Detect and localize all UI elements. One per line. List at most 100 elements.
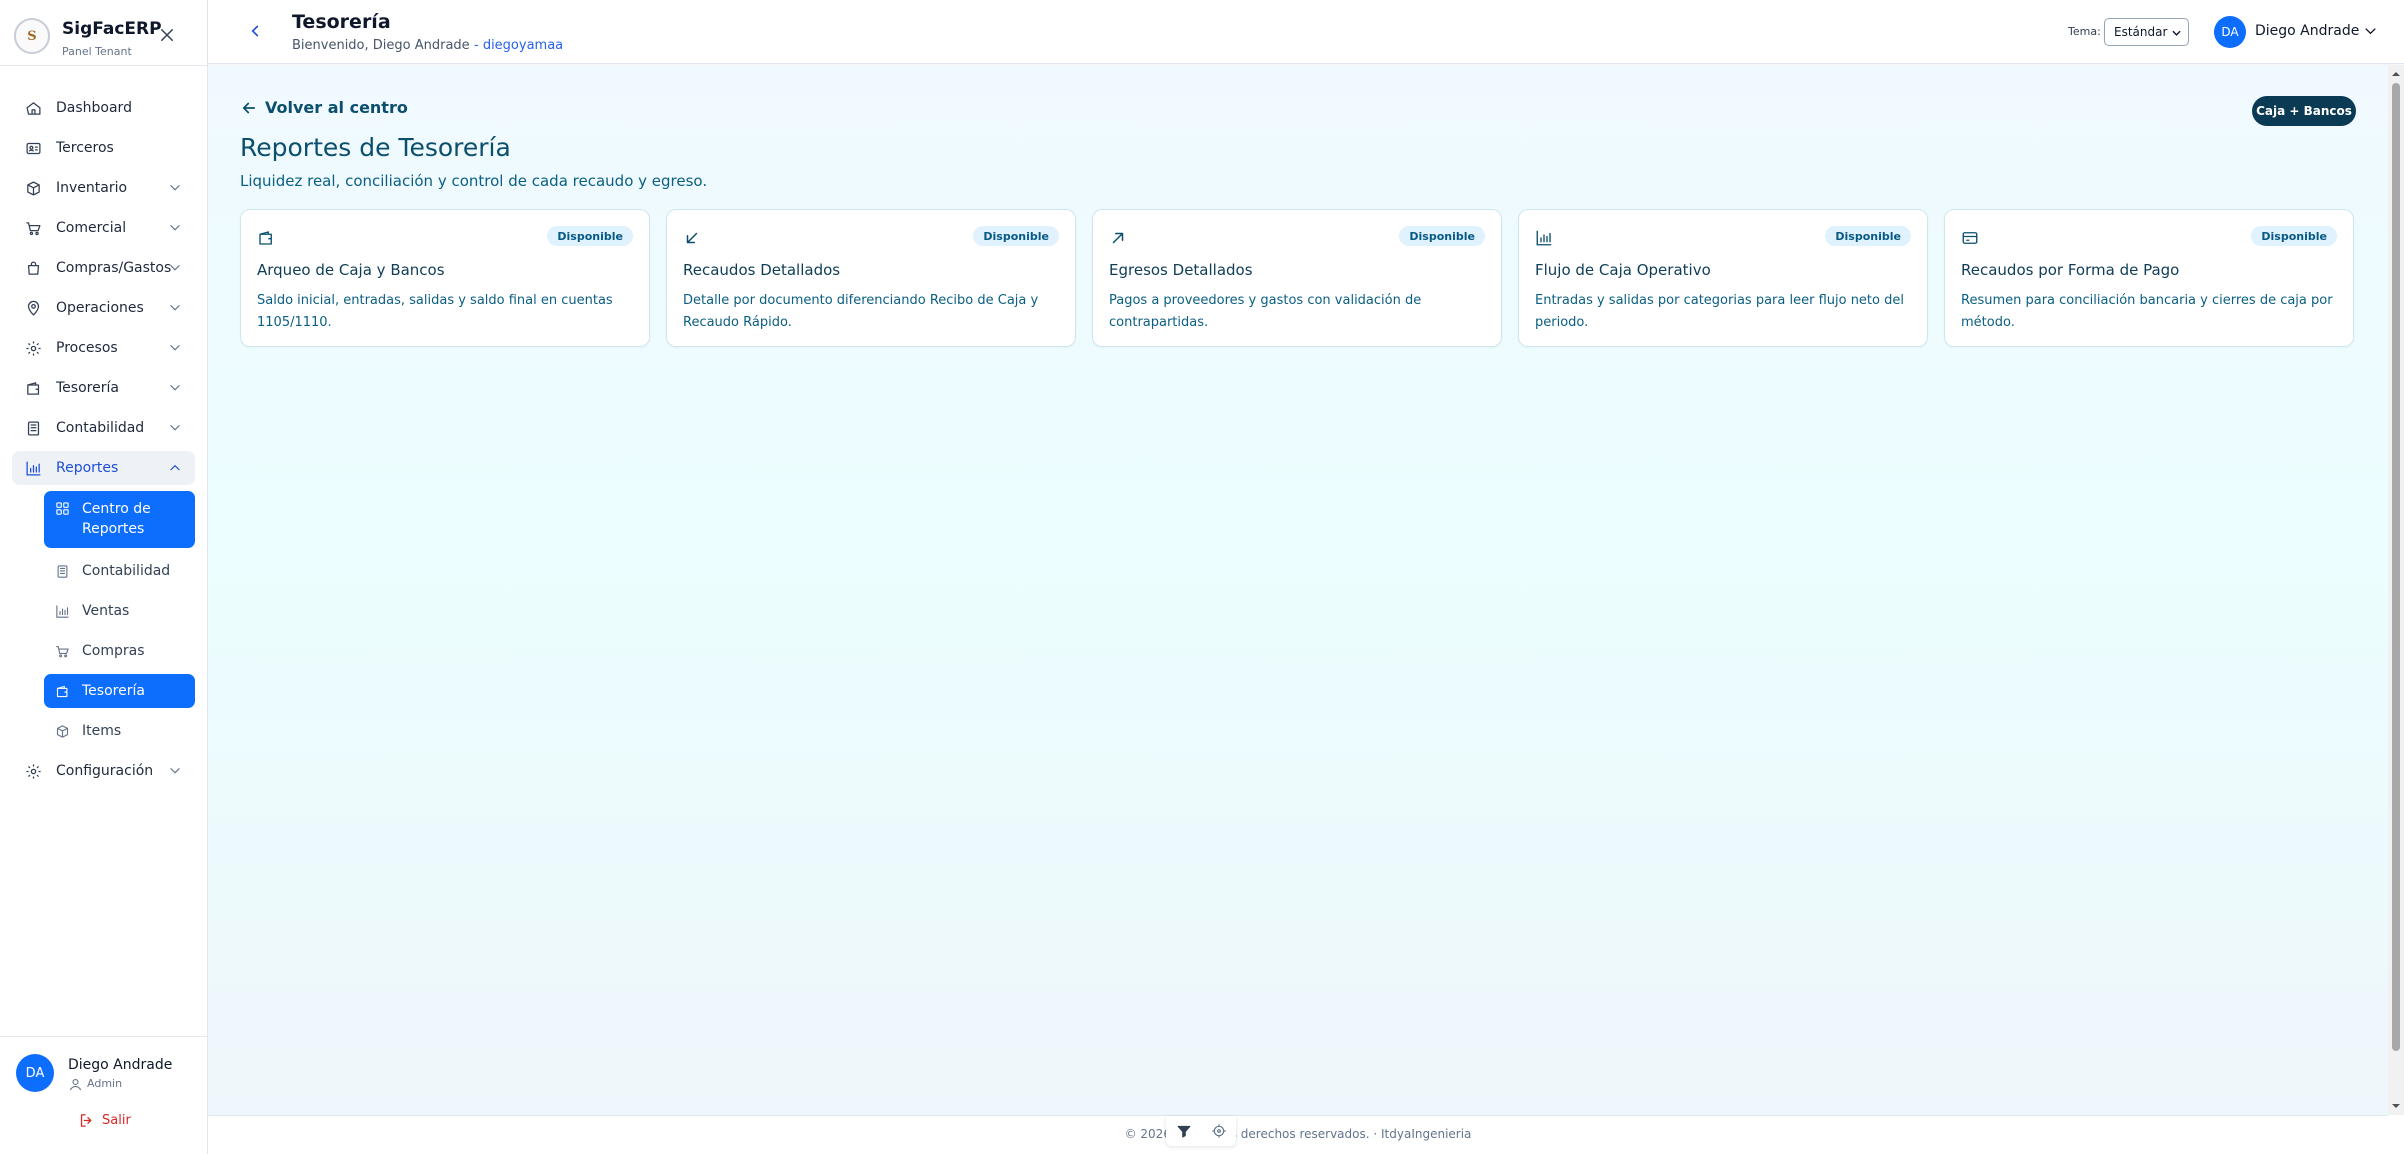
sidebar: S SigFacERP Panel Tenant Dashboard Terce… <box>0 0 208 1154</box>
main-content: Volver al centro Caja + Bancos Reportes … <box>208 65 2388 1115</box>
sidebar-item-procesos[interactable]: Procesos <box>12 331 195 365</box>
report-card-flujo-caja[interactable]: Disponible Flujo de Caja Operativo Entra… <box>1518 209 1928 347</box>
brand-name: SigFacERP <box>62 19 162 39</box>
vertical-scrollbar[interactable] <box>2388 65 2404 1115</box>
sidebar-subitem-centro-reportes[interactable]: Centro de Reportes <box>44 491 195 548</box>
bar-chart-icon <box>56 604 69 618</box>
card-description: Entradas y salidas por categorias para l… <box>1535 293 1904 330</box>
sidebar-item-label: Operaciones <box>56 300 144 316</box>
sidebar-item-inventario[interactable]: Inventario <box>12 171 195 205</box>
sidebar-item-reportes[interactable]: Reportes <box>12 451 195 485</box>
card-description: Detalle por documento diferenciando Reci… <box>683 293 1039 330</box>
sidebar-item-label: Reportes <box>56 460 119 476</box>
sidebar-item-label: Configuración <box>56 763 154 779</box>
chevron-down-icon <box>170 345 180 351</box>
status-badge: Disponible <box>1399 226 1485 246</box>
cart-icon <box>56 645 69 657</box>
location-pin-icon <box>27 300 40 316</box>
floating-toolbar <box>1166 1116 1236 1146</box>
sidebar-subitem-label: Items <box>82 723 122 739</box>
report-card-recaudos[interactable]: Disponible Recaudos Detallados Detalle p… <box>666 209 1076 347</box>
sidebar-item-operaciones[interactable]: Operaciones <box>12 291 195 325</box>
gear-icon <box>26 340 41 356</box>
sidebar-subitem-ventas[interactable]: Ventas <box>44 594 195 628</box>
theme-select[interactable]: Estándar <box>2104 18 2189 46</box>
sidebar-subitem-contabilidad[interactable]: Contabilidad <box>44 554 195 588</box>
arrow-up-right-icon <box>1112 232 1124 244</box>
sidebar-item-dashboard[interactable]: Dashboard <box>12 91 195 125</box>
report-card-arqueo[interactable]: Disponible Arqueo de Caja y Bancos Saldo… <box>240 209 650 347</box>
target-icon[interactable] <box>1211 1123 1227 1139</box>
sidebar-subitem-compras[interactable]: Compras <box>44 634 195 668</box>
sidebar-item-tesoreria[interactable]: Tesorería <box>12 371 195 405</box>
chevron-down-icon[interactable] <box>2362 24 2379 39</box>
report-card-forma-pago[interactable]: Disponible Recaudos por Forma de Pago Re… <box>1944 209 2354 347</box>
header-user-name[interactable]: Diego Andrade <box>2255 23 2359 39</box>
sidebar-subitem-items[interactable]: Items <box>44 714 195 748</box>
brand: S SigFacERP Panel Tenant <box>0 0 207 66</box>
ledger-icon <box>27 420 40 436</box>
brand-logo: S <box>14 18 50 54</box>
theme-select-value: Estándar <box>2114 25 2168 39</box>
back-to-center-link[interactable]: Volver al centro <box>240 98 408 117</box>
sidebar-subitem-label: Contabilidad <box>82 563 171 579</box>
section-title: Reportes de Tesorería <box>240 133 511 162</box>
sidebar-subitem-label: Ventas <box>82 603 130 619</box>
card-title: Flujo de Caja Operativo <box>1535 261 1711 279</box>
card-description: Saldo inicial, entradas, salidas y saldo… <box>257 293 613 330</box>
card-title: Recaudos Detallados <box>683 261 841 279</box>
chevron-up-icon <box>170 464 180 471</box>
sidebar-nav: Dashboard Terceros Inventario Comercial … <box>12 91 195 794</box>
sidebar-item-label: Terceros <box>56 140 114 156</box>
page-title: Tesorería <box>292 11 391 33</box>
card-title: Recaudos por Forma de Pago <box>1961 261 2180 279</box>
grid-icon <box>56 502 69 515</box>
user-icon <box>69 1078 82 1091</box>
avatar: DA <box>16 1054 54 1092</box>
report-card-egresos[interactable]: Disponible Egresos Detallados Pagos a pr… <box>1092 209 1502 347</box>
card-description: Resumen para conciliación bancaria y cie… <box>1961 293 2333 330</box>
chevron-down-icon <box>170 425 180 431</box>
filter-icon[interactable] <box>1176 1123 1192 1139</box>
sidebar-item-label: Compras/Gastos <box>56 260 172 276</box>
sidebar-item-compras-gastos[interactable]: Compras/Gastos <box>12 251 195 285</box>
username-link[interactable]: - diegoyamaa <box>474 38 563 53</box>
chevron-left-icon[interactable] <box>246 22 264 40</box>
bar-chart-icon <box>26 460 41 476</box>
chevron-down-icon <box>170 768 180 774</box>
logout-button[interactable]: Salir <box>78 1112 131 1129</box>
status-badge: Disponible <box>547 226 633 246</box>
sidebar-item-configuracion[interactable]: Configuración <box>12 754 195 788</box>
theme-label: Tema: <box>2068 25 2101 38</box>
box-icon <box>27 180 40 196</box>
scrollbar-thumb[interactable] <box>2392 83 2400 1051</box>
reportes-submenu: Centro de Reportes Contabilidad Ventas C… <box>44 491 195 748</box>
report-cards: Disponible Arqueo de Caja y Bancos Saldo… <box>240 209 2356 347</box>
sidebar-item-label: Comercial <box>56 220 127 236</box>
status-badge: Disponible <box>2251 226 2337 246</box>
close-icon[interactable] <box>158 26 176 44</box>
chevron-down-icon <box>2172 30 2181 36</box>
sidebar-item-label: Procesos <box>56 340 118 356</box>
arrow-down-left-icon <box>686 232 698 244</box>
brand-subtitle: Panel Tenant <box>62 45 132 58</box>
sidebar-item-label: Dashboard <box>56 100 132 116</box>
sidebar-subitem-label: Compras <box>82 643 145 659</box>
ledger-icon <box>57 564 68 578</box>
scroll-up-icon[interactable] <box>2391 69 2401 79</box>
wallet-icon <box>56 685 68 697</box>
id-card-icon <box>26 142 41 154</box>
sidebar-item-terceros[interactable]: Terceros <box>12 131 195 165</box>
chevron-down-icon <box>170 265 180 271</box>
sidebar-subitem-tesoreria[interactable]: Tesorería <box>44 674 195 708</box>
sidebar-item-contabilidad[interactable]: Contabilidad <box>12 411 195 445</box>
header-avatar[interactable]: DA <box>2214 16 2246 48</box>
box-icon <box>56 724 69 738</box>
section-subtitle: Liquidez real, conciliación y control de… <box>240 172 708 190</box>
sidebar-user-name: Diego Andrade <box>68 1057 173 1073</box>
footer-copyright: © 2026 · Todos los derechos reservados. … <box>1124 1127 1472 1141</box>
scroll-down-icon[interactable] <box>2391 1101 2401 1111</box>
chevron-down-icon <box>170 185 180 191</box>
sidebar-item-comercial[interactable]: Comercial <box>12 211 195 245</box>
bar-chart-icon <box>1536 230 1552 246</box>
